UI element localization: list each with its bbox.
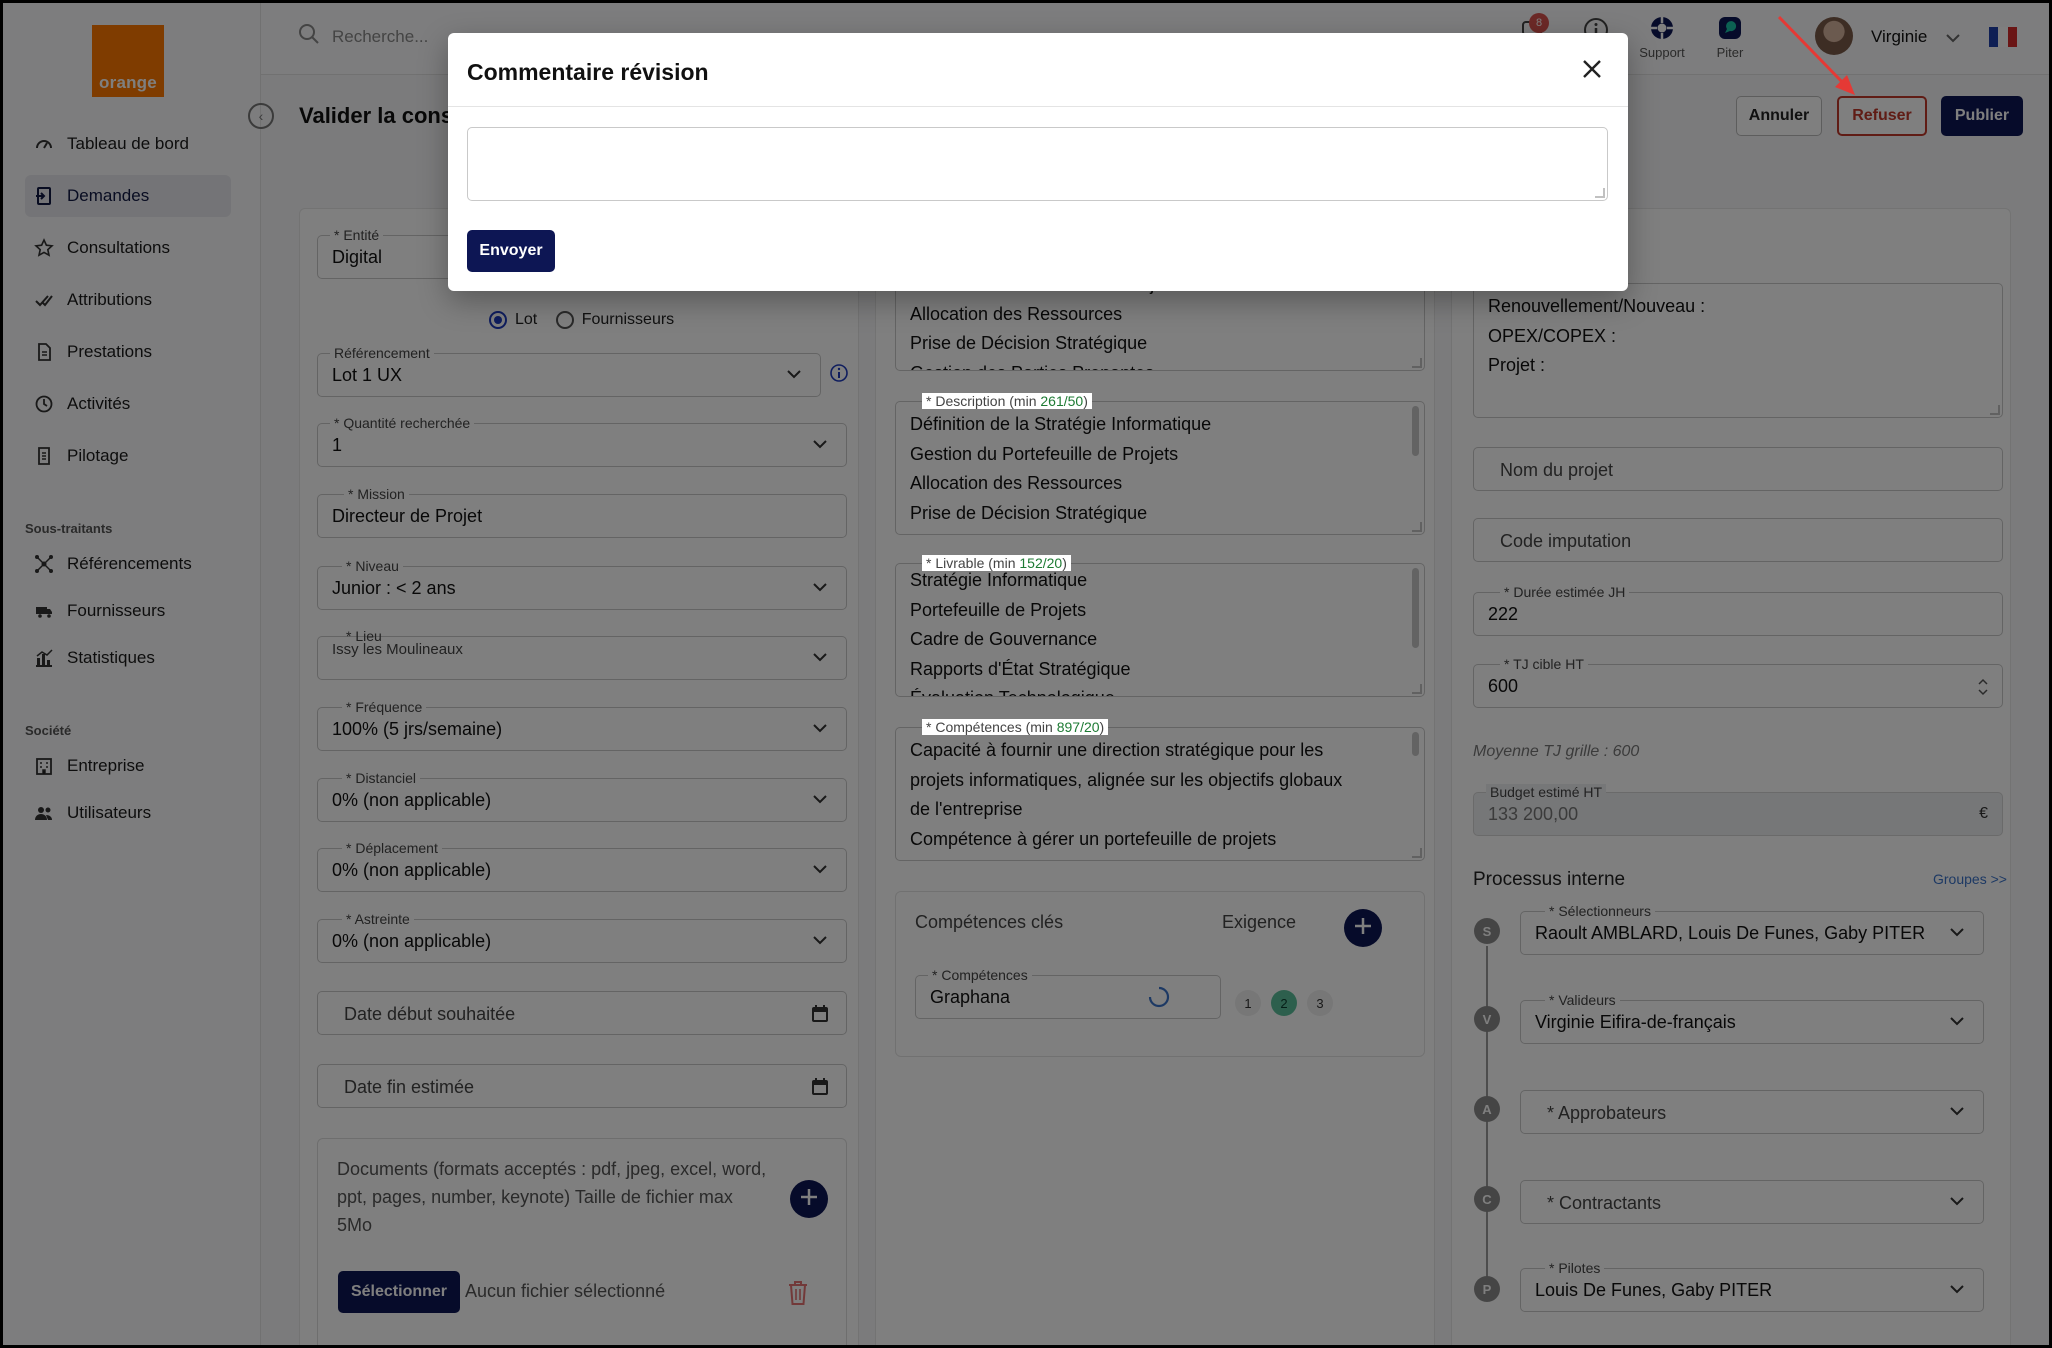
app-window: orange Tableau de bord Demandes Consulta… <box>3 3 2049 1345</box>
description-label: * Description (min 261/50) <box>922 393 1092 409</box>
skills-label: * Compétences (min 897/20) <box>922 719 1109 735</box>
modal-divider <box>448 106 1628 107</box>
deliverable-label: * Livrable (min 152/20) <box>922 555 1071 571</box>
annotation-arrow-icon <box>1777 15 1855 95</box>
screen-frame: orange Tableau de bord Demandes Consulta… <box>0 0 2052 1348</box>
resize-handle[interactable] <box>1595 188 1605 198</box>
send-button[interactable]: Envoyer <box>467 230 555 272</box>
comment-textarea[interactable] <box>467 127 1608 201</box>
deliverable-count: 152/20 <box>1019 555 1063 571</box>
description-count: 261/50 <box>1040 393 1084 409</box>
modal-title: Commentaire révision <box>467 59 709 85</box>
skills-count: 897/20 <box>1056 719 1100 735</box>
revision-comment-modal: Commentaire révision Envoyer <box>448 33 1628 291</box>
close-icon[interactable] <box>1578 55 1606 83</box>
